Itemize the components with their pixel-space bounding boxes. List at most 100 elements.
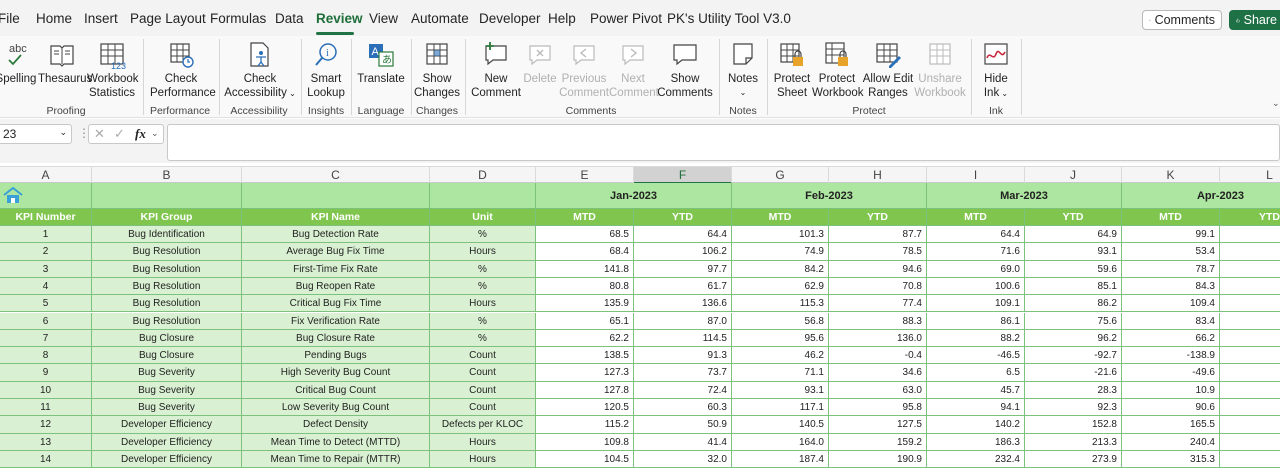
value-cell[interactable]: 45.7	[927, 381, 1025, 399]
value-cell[interactable]: 240.4	[1122, 433, 1220, 451]
kpi-group-cell[interactable]: Bug Severity	[92, 364, 242, 382]
unit-cell[interactable]: %	[430, 226, 536, 244]
value-cell[interactable]: 65.1	[536, 312, 634, 330]
tab-automate[interactable]: Automate	[411, 11, 469, 26]
value-cell[interactable]: 109.8	[536, 433, 634, 451]
home-cell[interactable]	[0, 183, 92, 209]
kpi-number-cell[interactable]: 5	[0, 295, 92, 313]
unit-cell[interactable]: %	[430, 260, 536, 278]
allow-edit-ranges-button[interactable]: Allow Edit Ranges	[862, 40, 914, 100]
kpi-number-cell[interactable]: 12	[0, 416, 92, 434]
chevron-down-icon[interactable]: ⌄	[151, 128, 159, 139]
value-cell[interactable]: 97.7	[634, 260, 732, 278]
unit-cell[interactable]: Defects per KLOC	[430, 416, 536, 434]
value-cell[interactable]: 100.6	[927, 277, 1025, 296]
collapse-ribbon-icon[interactable]: ⌄	[1272, 98, 1280, 109]
value-cell[interactable]: 46.2	[732, 347, 829, 365]
kpi-name-cell[interactable]: Low Severity Bug Count	[242, 399, 430, 417]
value-cell[interactable]: -0.4	[829, 347, 927, 365]
value-cell[interactable]: 141.8	[536, 260, 634, 278]
value-cell[interactable]: 315.3	[1122, 450, 1220, 469]
value-cell[interactable]: 127.5	[829, 416, 927, 434]
unit-cell[interactable]: Hours	[430, 295, 536, 313]
value-cell[interactable]: 86.2	[1025, 295, 1122, 313]
kpi-number-cell[interactable]: 13	[0, 433, 92, 451]
column-header-g[interactable]: G	[732, 167, 829, 184]
value-cell[interactable]: 101.3	[732, 226, 829, 244]
unit-cell[interactable]: Count	[430, 347, 536, 365]
check-accessibility-button[interactable]: Check Accessibility ⌄	[224, 40, 296, 101]
value-cell[interactable]: 159.2	[829, 433, 927, 451]
cancel-icon[interactable]: ✕	[94, 126, 105, 142]
tab-help[interactable]: Help	[548, 11, 576, 26]
value-cell[interactable]: 95.6	[732, 329, 829, 348]
value-cell[interactable]: 47.6	[1220, 226, 1280, 244]
kpi-name-cell[interactable]: Critical Bug Fix Time	[242, 295, 430, 313]
column-header-d[interactable]: D	[430, 167, 536, 184]
kpi-number-cell[interactable]: 14	[0, 450, 92, 469]
kpi-name-cell[interactable]: Bug Detection Rate	[242, 226, 430, 244]
enter-icon[interactable]: ✓	[114, 126, 125, 142]
kpi-group-cell[interactable]: Developer Efficiency	[92, 450, 242, 469]
kpi-name-cell[interactable]: Pending Bugs	[242, 347, 430, 365]
show-changes-button[interactable]: Show Changes	[414, 40, 460, 100]
tab-review[interactable]: Review	[316, 11, 363, 26]
unit-cell[interactable]: Hours	[430, 450, 536, 469]
value-cell[interactable]: -49.6	[1122, 364, 1220, 382]
unit-cell[interactable]: Count	[430, 381, 536, 399]
hide-ink-button[interactable]: Hide Ink ⌄	[976, 40, 1016, 101]
value-cell[interactable]: 140.5	[732, 416, 829, 434]
value-cell[interactable]: 91.3	[634, 347, 732, 365]
kpi-group-cell[interactable]: Bug Resolution	[92, 260, 242, 278]
value-cell[interactable]: 85.1	[1025, 277, 1122, 296]
value-cell[interactable]: 190.9	[829, 450, 927, 469]
value-cell[interactable]: 6.5	[927, 364, 1025, 382]
value-cell[interactable]: -21.6	[1025, 364, 1122, 382]
value-cell[interactable]: 83.4	[1122, 312, 1220, 330]
value-cell[interactable]: 213.3	[1025, 433, 1122, 451]
kpi-group-cell[interactable]: Bug Resolution	[92, 243, 242, 261]
value-cell[interactable]: 28.3	[1025, 381, 1122, 399]
value-cell[interactable]: -138.9	[1122, 347, 1220, 365]
value-cell[interactable]: 138.5	[536, 347, 634, 365]
value-cell[interactable]: 109.1	[927, 295, 1025, 313]
value-cell[interactable]: 122.0	[1220, 243, 1280, 261]
value-cell[interactable]: 70.8	[829, 277, 927, 296]
value-cell[interactable]: 136.0	[829, 329, 927, 348]
value-cell[interactable]: 34.6	[829, 364, 927, 382]
unit-cell[interactable]: %	[430, 312, 536, 330]
column-header-k[interactable]: K	[1122, 167, 1220, 184]
value-cell[interactable]: 68.5	[536, 226, 634, 244]
value-cell[interactable]: 75.6	[1025, 312, 1122, 330]
spelling-button[interactable]: abc Spelling	[0, 40, 38, 86]
value-cell[interactable]: 56.8	[732, 312, 829, 330]
thesaurus-button[interactable]: Thesaurus	[38, 40, 92, 86]
tab-pk-utility-tool[interactable]: PK's Utility Tool V3.0	[667, 11, 791, 26]
kpi-name-cell[interactable]: First-Time Fix Rate	[242, 260, 430, 278]
value-cell[interactable]: -92.7	[1025, 347, 1122, 365]
tab-file[interactable]: File	[0, 11, 20, 26]
value-cell[interactable]: 68.4	[536, 243, 634, 261]
value-cell[interactable]: 41.4	[634, 433, 732, 451]
value-cell[interactable]: 64.4	[927, 226, 1025, 244]
kpi-number-cell[interactable]: 1	[0, 226, 92, 244]
protect-workbook-button[interactable]: Protect Workbook	[812, 40, 864, 100]
value-cell[interactable]: 187.4	[732, 450, 829, 469]
unshare-workbook-button[interactable]: Unshare Workbook	[914, 40, 966, 100]
tab-insert[interactable]: Insert	[84, 11, 118, 26]
value-cell[interactable]: 68.5	[1220, 329, 1280, 348]
kpi-name-cell[interactable]: Critical Bug Count	[242, 381, 430, 399]
column-header-h[interactable]: H	[829, 167, 927, 184]
value-cell[interactable]: 71.6	[927, 243, 1025, 261]
value-cell[interactable]: 178.2	[1220, 416, 1280, 434]
unit-cell[interactable]: Count	[430, 399, 536, 417]
delete-comment-button[interactable]: Delete	[521, 40, 559, 86]
value-cell[interactable]: 92.3	[1025, 399, 1122, 417]
comments-button[interactable]: Comments	[1142, 10, 1222, 30]
value-cell[interactable]: -185.1	[1220, 347, 1280, 365]
kpi-number-cell[interactable]: 8	[0, 347, 92, 365]
value-cell[interactable]: 64.9	[1025, 226, 1122, 244]
column-header-l[interactable]: L	[1220, 167, 1280, 184]
kpi-number-cell[interactable]: 3	[0, 260, 92, 278]
value-cell[interactable]: 127.3	[536, 364, 634, 382]
